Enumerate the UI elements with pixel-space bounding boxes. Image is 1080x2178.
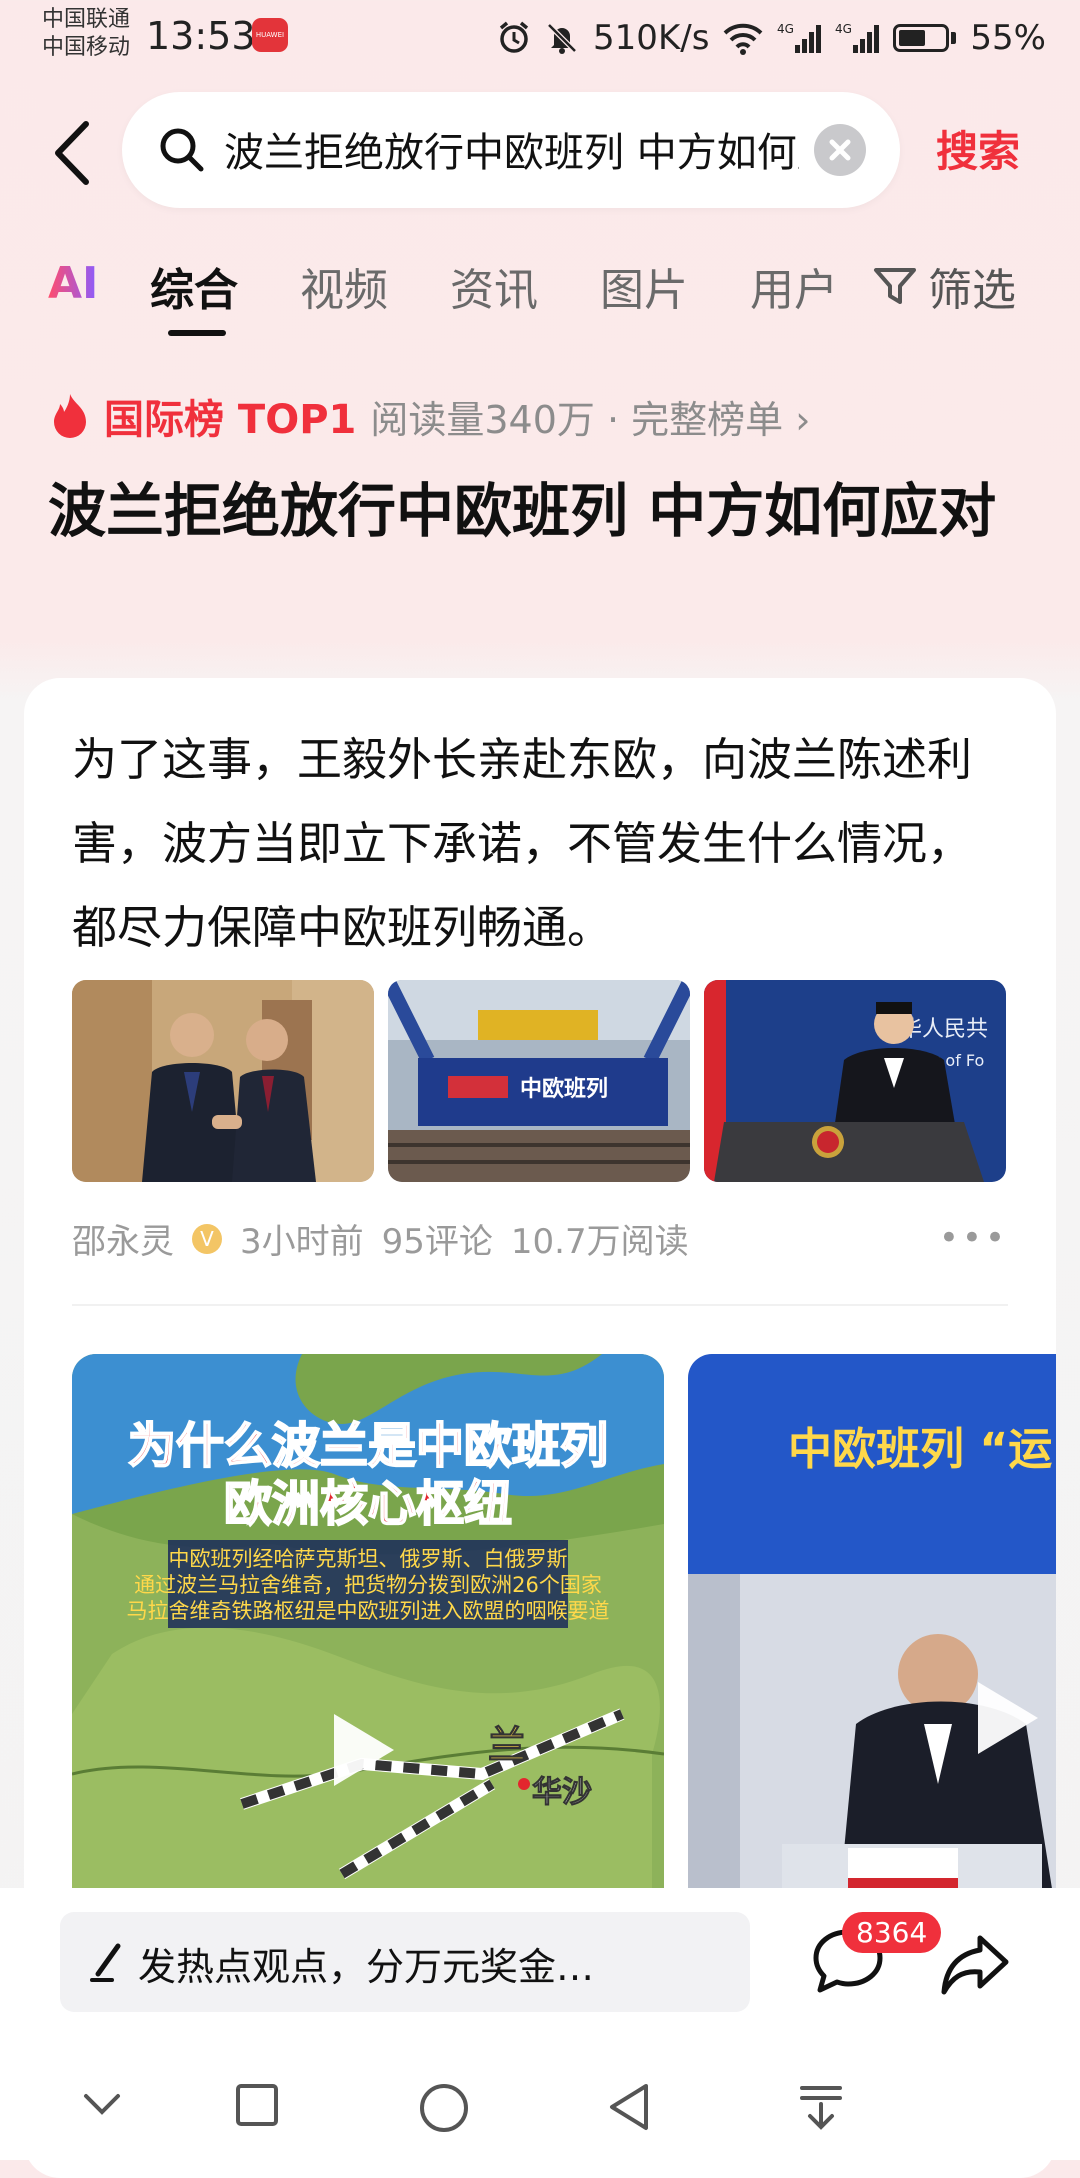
publish-time: 3小时前: [240, 1222, 364, 1262]
svg-text:4G: 4G: [777, 22, 794, 36]
recent-apps-icon[interactable]: [234, 2082, 280, 2128]
comment-count: 95评论: [381, 1222, 493, 1262]
tab-news[interactable]: 资讯: [450, 254, 538, 318]
share-icon[interactable]: [940, 1930, 1010, 1996]
map-label-warsaw: 华沙: [532, 1775, 592, 1810]
filter-button[interactable]: 筛选: [870, 254, 1016, 318]
svg-text:4G: 4G: [835, 22, 852, 36]
carrier-1: 中国联通: [42, 7, 131, 32]
author-name[interactable]: 邵永灵: [72, 1214, 174, 1263]
mute-icon: [547, 23, 577, 54]
video-1-title-line-1: 为什么波兰是中欧班列: [128, 1418, 608, 1474]
battery-icon: [893, 24, 957, 52]
huawei-app-icon: HUAWEI: [252, 18, 288, 52]
chevron-down-icon[interactable]: [80, 2082, 124, 2126]
carrier-info: 中国联通 中国移动: [42, 6, 130, 62]
clear-search-button[interactable]: [814, 124, 866, 176]
comment-placeholder: 发热点观点，分万元奖金…: [138, 1945, 595, 1989]
fire-icon: [54, 394, 86, 438]
video-1-caption-1: 中欧班列经哈萨克斯坦、俄罗斯、白俄罗斯: [169, 1547, 568, 1571]
signal-icon-2: 4G: [835, 22, 880, 53]
wifi-icon: [724, 23, 763, 55]
hot-rank-row[interactable]: 国际榜 TOP1 阅读量340万 · 完整榜单 ›: [50, 386, 810, 446]
divider: [72, 1304, 1008, 1306]
notification-drawer-icon[interactable]: [798, 2082, 844, 2132]
system-nav-bar: [0, 2056, 1080, 2160]
article-text[interactable]: 为了这事，王毅外长亲赴东欧，向波兰陈述利害，波方当即立下承诺，不管发生什么情况，…: [72, 718, 1012, 970]
read-count: 10.7万阅读: [510, 1222, 689, 1262]
article-image-spokesperson[interactable]: 华人民共 try of Fo: [704, 980, 1006, 1182]
search-icon: [160, 128, 204, 172]
tab-images[interactable]: 图片: [600, 254, 688, 318]
more-options-icon[interactable]: •••: [939, 1218, 1008, 1258]
close-icon: [829, 139, 851, 161]
nav-back-icon[interactable]: [606, 2082, 654, 2132]
carrier-2: 中国移动: [42, 35, 131, 60]
network-speed: 510K/s: [593, 18, 710, 58]
category-tabs: AI 综合 视频 资讯 图片 用户 筛选: [0, 254, 1080, 336]
active-tab-indicator: [168, 330, 226, 336]
back-arrow-icon[interactable]: [50, 118, 94, 188]
video-1-title-line-2: 欧洲核心枢纽: [224, 1476, 512, 1532]
home-icon[interactable]: [418, 2082, 470, 2134]
page-title: 波兰拒绝放行中欧班列 中方如何应对: [48, 477, 997, 545]
article-image-handshake[interactable]: [72, 980, 374, 1182]
comment-count-badge: 8364: [842, 1912, 942, 1953]
article-meta: 邵永灵 V 3小时前 95评论 10.7万阅读: [72, 1214, 689, 1263]
signal-icon-1: 4G: [777, 22, 822, 53]
video-card-press[interactable]: 中欧班列 “运: [688, 1354, 1056, 1914]
status-icons: 510K/s 4G 4G 55%: [497, 14, 1046, 62]
pen-icon: [90, 1943, 121, 1982]
bottom-bar: 发热点观点，分万元奖金… 8364: [0, 1888, 1080, 2160]
tab-video[interactable]: 视频: [300, 254, 388, 318]
comment-input[interactable]: 发热点观点，分万元奖金…: [60, 1912, 750, 2012]
article-image-train-container[interactable]: 中欧班列: [388, 980, 690, 1182]
video-1-caption-2: 通过波兰马拉舍维奇，把货物分拨到欧洲26个国家: [134, 1573, 602, 1597]
container-logo-text: 中欧班列: [520, 1076, 608, 1102]
video-card-map[interactable]: 为什么波兰是中欧班列 欧洲核心枢纽 中欧班列经哈萨克斯坦、俄罗斯、白俄罗斯 通过…: [72, 1354, 664, 1914]
search-button[interactable]: 搜索: [936, 118, 1020, 179]
clock: 13:53: [146, 14, 256, 58]
tab-users[interactable]: 用户: [750, 254, 838, 318]
hot-rank-meta[interactable]: 阅读量340万 · 完整榜单 ›: [370, 389, 810, 444]
filter-label: 筛选: [928, 265, 1016, 316]
status-bar: 中国联通 中国移动 13:53 HUAWEI 510K/s 4G 4G 55%: [0, 0, 1080, 80]
tab-comprehensive[interactable]: 综合: [150, 254, 238, 318]
tab-ai[interactable]: AI: [48, 258, 98, 309]
map-label-poland: 兰: [488, 1723, 526, 1767]
search-input[interactable]: 波兰拒绝放行中欧班列 中方如何应对: [224, 120, 799, 180]
alarm-icon: [499, 21, 529, 53]
video-1-caption-3: 马拉舍维奇铁路枢纽是中欧班列进入欧盟的咽喉要道: [127, 1599, 610, 1623]
video-2-banner: 中欧班列 “运: [788, 1424, 1052, 1475]
search-bar[interactable]: 波兰拒绝放行中欧班列 中方如何应对: [122, 92, 900, 208]
battery-level: 55%: [970, 18, 1046, 58]
hot-rank-label: 国际榜 TOP1: [104, 397, 357, 443]
filter-icon: [874, 268, 916, 304]
verified-icon: V: [192, 1223, 222, 1254]
